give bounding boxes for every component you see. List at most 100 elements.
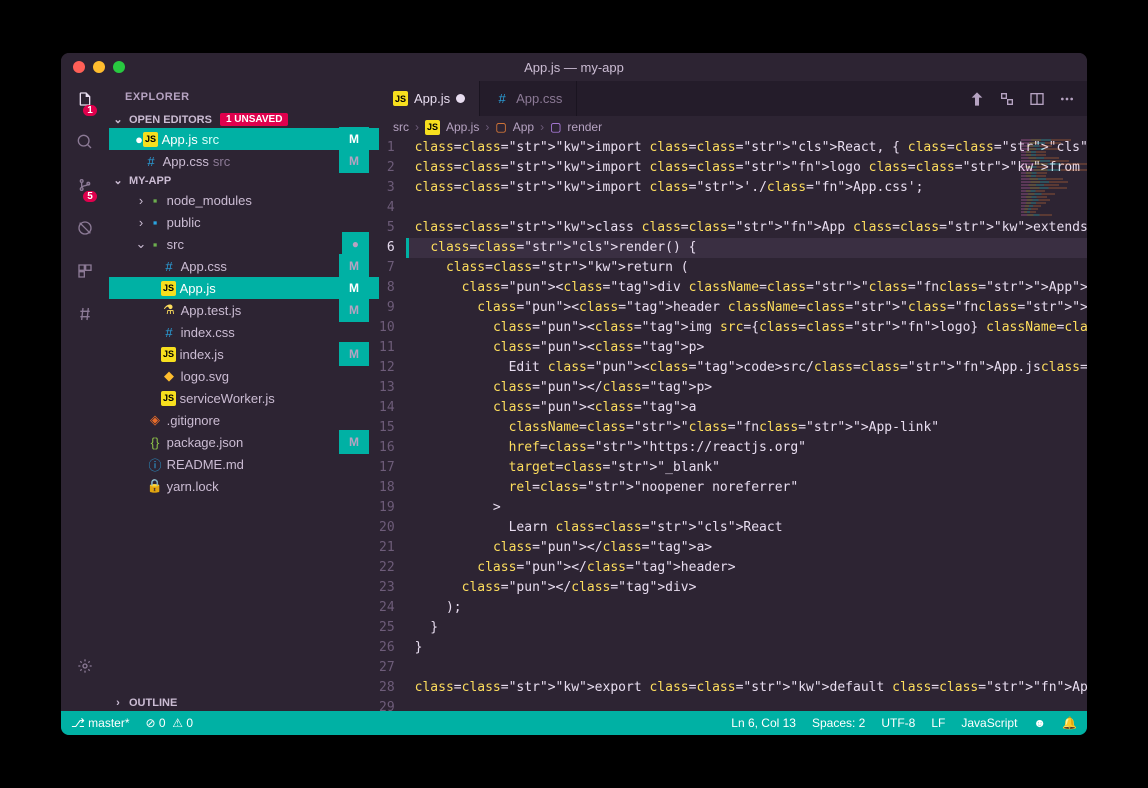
gear-icon bbox=[77, 658, 93, 674]
activity-extensions[interactable] bbox=[77, 263, 93, 284]
tree-item[interactable]: ⚗ App.test.jsM bbox=[109, 299, 379, 321]
chevron-right-icon: › bbox=[111, 697, 125, 709]
activity-hash[interactable] bbox=[77, 306, 93, 327]
js-icon: JS bbox=[393, 91, 408, 106]
tree-item[interactable]: ◈ .gitignore bbox=[109, 409, 379, 431]
class-icon: ▢ bbox=[495, 120, 506, 134]
folder-icon: ▪ bbox=[147, 236, 163, 252]
tree-item[interactable]: JS serviceWorker.js bbox=[109, 387, 379, 409]
tree-item[interactable]: 🔒 yarn.lock bbox=[109, 475, 379, 497]
split-editor-icon[interactable] bbox=[1029, 91, 1045, 107]
tree-item[interactable]: # index.css bbox=[109, 321, 379, 343]
file-name: public bbox=[163, 215, 201, 230]
file-name: App.js bbox=[158, 132, 198, 147]
line-gutter[interactable]: 1234567891011121314151617181920212223242… bbox=[379, 138, 409, 711]
activity-search[interactable] bbox=[77, 134, 93, 155]
tree-item[interactable]: ›▪ public bbox=[109, 211, 379, 233]
scm-status: M bbox=[339, 430, 369, 454]
open-editors-section[interactable]: ⌄ OPEN EDITORS 1 UNSAVED bbox=[109, 111, 379, 128]
open-changes-icon[interactable] bbox=[999, 91, 1015, 107]
tree-item[interactable]: ⓘ README.md bbox=[109, 453, 379, 475]
tree-item[interactable]: {} package.jsonM bbox=[109, 431, 379, 453]
file-name: src bbox=[163, 237, 184, 252]
file-name: App.css bbox=[177, 259, 227, 274]
open-editor-item[interactable]: # App.csssrcM bbox=[109, 150, 379, 172]
breadcrumbs[interactable]: src› JS App.js› ▢ App› ▢ render bbox=[379, 116, 1087, 138]
file-name: logo.svg bbox=[177, 369, 229, 384]
scm-status: M bbox=[339, 342, 369, 366]
project-label: MY-APP bbox=[129, 175, 171, 187]
js-icon: JS bbox=[161, 347, 176, 362]
eol[interactable]: LF bbox=[931, 716, 945, 730]
activity-bar: 1 5 bbox=[61, 81, 109, 711]
file-name: package.json bbox=[163, 435, 243, 450]
minimize-window-icon[interactable] bbox=[93, 61, 105, 73]
css-icon: # bbox=[143, 153, 159, 169]
hash-icon bbox=[77, 306, 93, 322]
bell-icon[interactable]: 🔔 bbox=[1062, 716, 1077, 730]
scm-badge: 5 bbox=[83, 191, 97, 202]
modified-dot-icon bbox=[456, 94, 465, 103]
crumb[interactable]: render bbox=[567, 120, 602, 134]
chevron-icon: ⌄ bbox=[135, 236, 147, 252]
file-dir: src bbox=[202, 132, 219, 147]
crumb[interactable]: App bbox=[513, 120, 534, 134]
outline-section[interactable]: › OUTLINE bbox=[109, 695, 379, 711]
crumb[interactable]: src bbox=[393, 120, 409, 134]
open-editors-label: OPEN EDITORS bbox=[129, 114, 212, 126]
activity-debug[interactable] bbox=[77, 220, 93, 241]
more-icon[interactable] bbox=[1059, 91, 1075, 107]
editor-tabs: JSApp.js#App.css bbox=[379, 81, 1087, 116]
sidebar: EXPLORER ⌄ OPEN EDITORS 1 UNSAVED ● JS Ap… bbox=[109, 81, 379, 711]
project-section[interactable]: ⌄ MY-APP bbox=[109, 172, 379, 189]
scm-status: M bbox=[339, 127, 369, 151]
css-icon: # bbox=[494, 91, 510, 107]
tree-item[interactable]: ⌄▪ src ● bbox=[109, 233, 379, 255]
chevron-down-icon: ⌄ bbox=[111, 113, 125, 126]
problems[interactable]: ⊘ 0 ⚠ 0 bbox=[146, 716, 194, 730]
zoom-window-icon[interactable] bbox=[113, 61, 125, 73]
status-bar: ⎇ master* ⊘ 0 ⚠ 0 Ln 6, Col 13 Spaces: 2… bbox=[61, 711, 1087, 735]
scm-status: M bbox=[339, 254, 369, 278]
code-content[interactable]: class=class="str">"kw">import class=clas… bbox=[409, 138, 1087, 711]
activity-settings[interactable] bbox=[77, 658, 93, 679]
open-editor-item[interactable]: ●JS App.jssrcM bbox=[109, 128, 379, 150]
file-name: node_modules bbox=[163, 193, 252, 208]
files-badge: 1 bbox=[83, 105, 97, 116]
file-name: .gitignore bbox=[163, 413, 220, 428]
sidebar-title: EXPLORER bbox=[109, 81, 379, 111]
file-dir: src bbox=[213, 154, 230, 169]
debug-icon bbox=[77, 220, 93, 236]
indent[interactable]: Spaces: 2 bbox=[812, 716, 865, 730]
close-window-icon[interactable] bbox=[73, 61, 85, 73]
tree-item[interactable]: ›▪ node_modules bbox=[109, 189, 379, 211]
activity-scm[interactable]: 5 bbox=[77, 177, 93, 198]
file-name: index.css bbox=[177, 325, 235, 340]
cursor-position[interactable]: Ln 6, Col 13 bbox=[731, 716, 796, 730]
editor-tab[interactable]: #App.css bbox=[480, 81, 577, 116]
encoding[interactable]: UTF-8 bbox=[881, 716, 915, 730]
editor-tab[interactable]: JSApp.js bbox=[379, 81, 480, 116]
tree-item[interactable]: JS index.jsM bbox=[109, 343, 379, 365]
css-icon: # bbox=[161, 258, 177, 274]
git-branch[interactable]: ⎇ master* bbox=[71, 716, 130, 730]
tree-item[interactable]: JS App.jsM bbox=[109, 277, 379, 299]
crumb[interactable]: App.js bbox=[446, 120, 479, 134]
tree-item[interactable]: # App.css M bbox=[109, 255, 379, 277]
scm-status: M bbox=[339, 149, 369, 173]
lock-icon: 🔒 bbox=[147, 478, 163, 494]
vscode-window: App.js — my-app 1 5 bbox=[61, 53, 1087, 735]
extensions-icon bbox=[77, 263, 93, 279]
unsaved-pill: 1 UNSAVED bbox=[220, 113, 289, 126]
activity-files[interactable]: 1 bbox=[77, 91, 93, 112]
scm-status: ● bbox=[342, 232, 369, 256]
svg-icon: ◆ bbox=[161, 368, 177, 384]
css-icon: # bbox=[161, 324, 177, 340]
compare-icon[interactable] bbox=[969, 91, 985, 107]
tree-item[interactable]: ◆ logo.svg bbox=[109, 365, 379, 387]
feedback-icon[interactable]: ☻ bbox=[1033, 716, 1046, 730]
titlebar[interactable]: App.js — my-app bbox=[61, 53, 1087, 81]
code-editor[interactable]: 1234567891011121314151617181920212223242… bbox=[379, 138, 1087, 711]
scm-status: M bbox=[339, 298, 369, 322]
language-mode[interactable]: JavaScript bbox=[961, 716, 1017, 730]
